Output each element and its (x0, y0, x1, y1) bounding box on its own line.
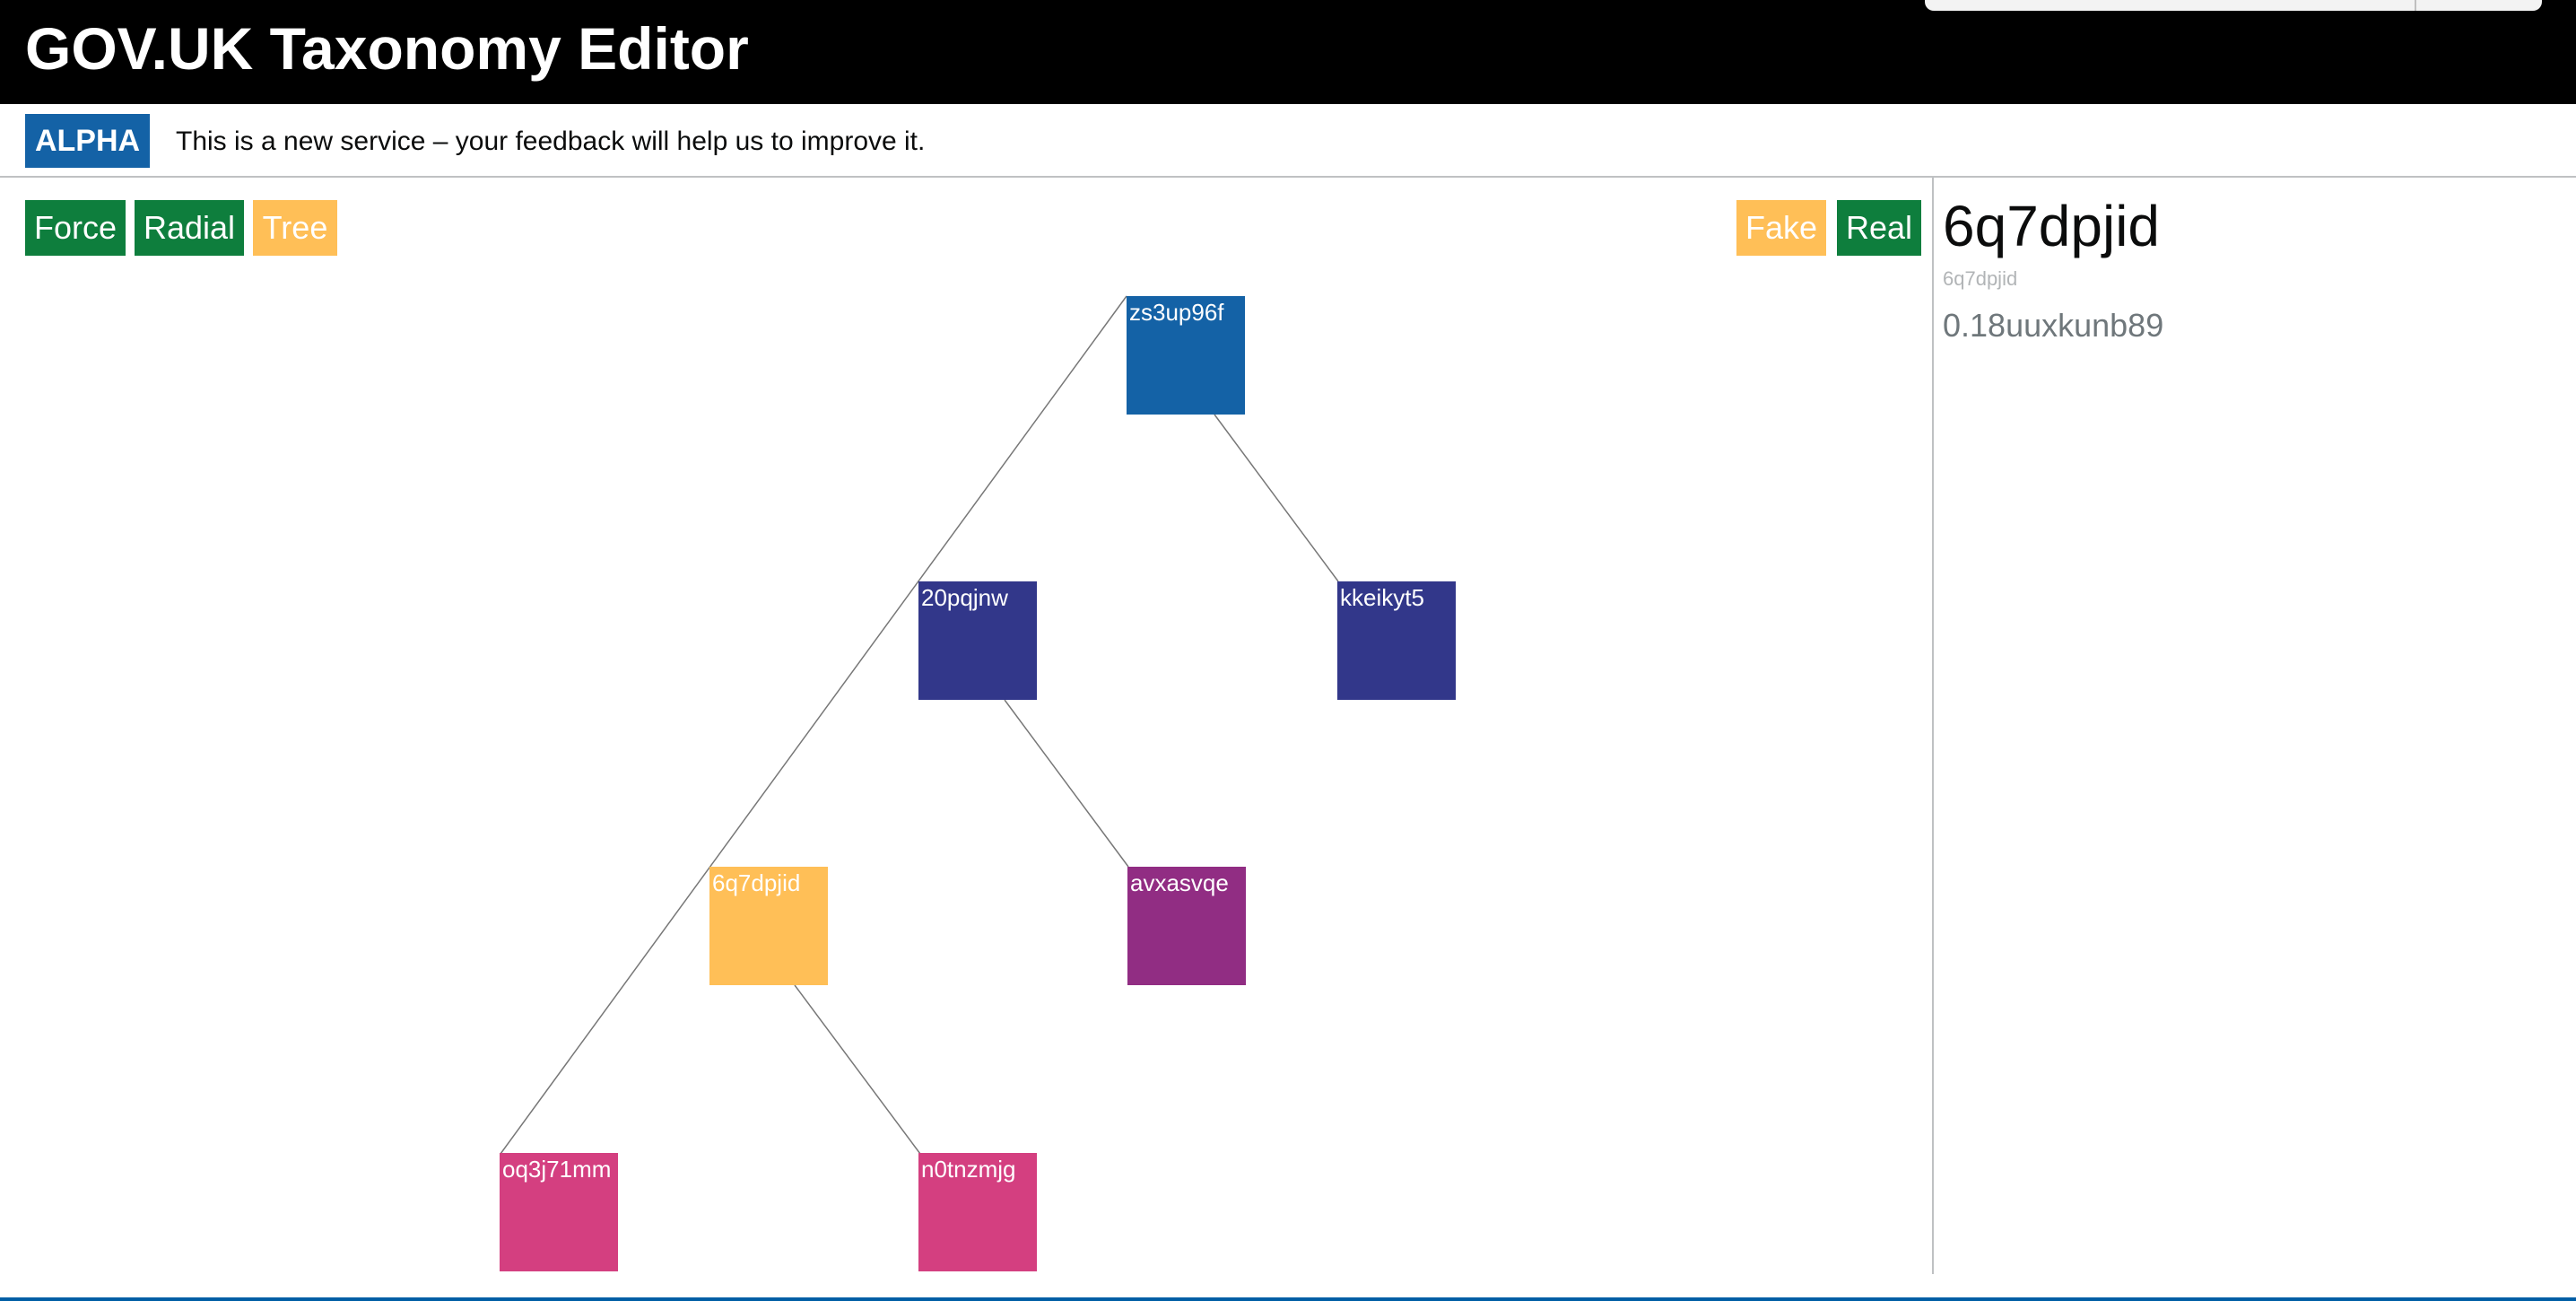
tree-node[interactable]: oq3j71mm (500, 1153, 618, 1271)
tree-node-label: 6q7dpjid (712, 869, 801, 896)
header: GOV.UK Taxonomy Editor (0, 0, 2576, 104)
footer-border (0, 1297, 2576, 1301)
search-button[interactable] (2415, 0, 2416, 11)
tree-node[interactable]: n0tnzmjg (918, 1153, 1037, 1271)
panel-divider (1932, 178, 1934, 1274)
tree-node-label: avxasvqe (1130, 869, 1229, 896)
tree-node[interactable]: zs3up96f (1127, 296, 1245, 415)
tree-node-label: kkeikyt5 (1340, 584, 1424, 611)
tree-node[interactable]: avxasvqe (1127, 867, 1246, 985)
tree-link (1004, 699, 1129, 868)
fake-data-button[interactable]: Fake (1736, 200, 1826, 256)
tree-link (500, 295, 1127, 1155)
tree-node-label: zs3up96f (1129, 299, 1224, 326)
radial-layout-button[interactable]: Radial (135, 200, 244, 256)
search-input[interactable] (1925, 0, 2542, 11)
phase-tag: ALPHA (25, 114, 150, 168)
tree-node-label: oq3j71mm (502, 1156, 612, 1183)
tree-links (500, 295, 1339, 1155)
tree-node-label: 20pqjnw (921, 584, 1008, 611)
tree-node[interactable]: 20pqjnw (918, 581, 1037, 700)
tree-link (794, 984, 921, 1155)
selected-node-id: 6q7dpjid (1943, 267, 2018, 290)
app-title[interactable]: GOV.UK Taxonomy Editor (25, 13, 749, 84)
tree-layout-button[interactable]: Tree (253, 200, 337, 256)
selected-node-value: 0.18uuxkunb89 (1943, 307, 2164, 344)
force-layout-button[interactable]: Force (25, 200, 126, 256)
phase-banner-text: This is a new service – your feedback wi… (176, 127, 926, 156)
tree-link (1214, 414, 1339, 582)
tree-node-selected[interactable]: 6q7dpjid (709, 867, 828, 985)
selected-node-title: 6q7dpjid (1943, 194, 2160, 258)
real-data-button[interactable]: Real (1837, 200, 1921, 256)
tree-node-label: n0tnzmjg (921, 1156, 1016, 1183)
phase-banner: ALPHA This is a new service – your feedb… (0, 104, 2576, 178)
tree-node[interactable]: kkeikyt5 (1337, 581, 1456, 700)
